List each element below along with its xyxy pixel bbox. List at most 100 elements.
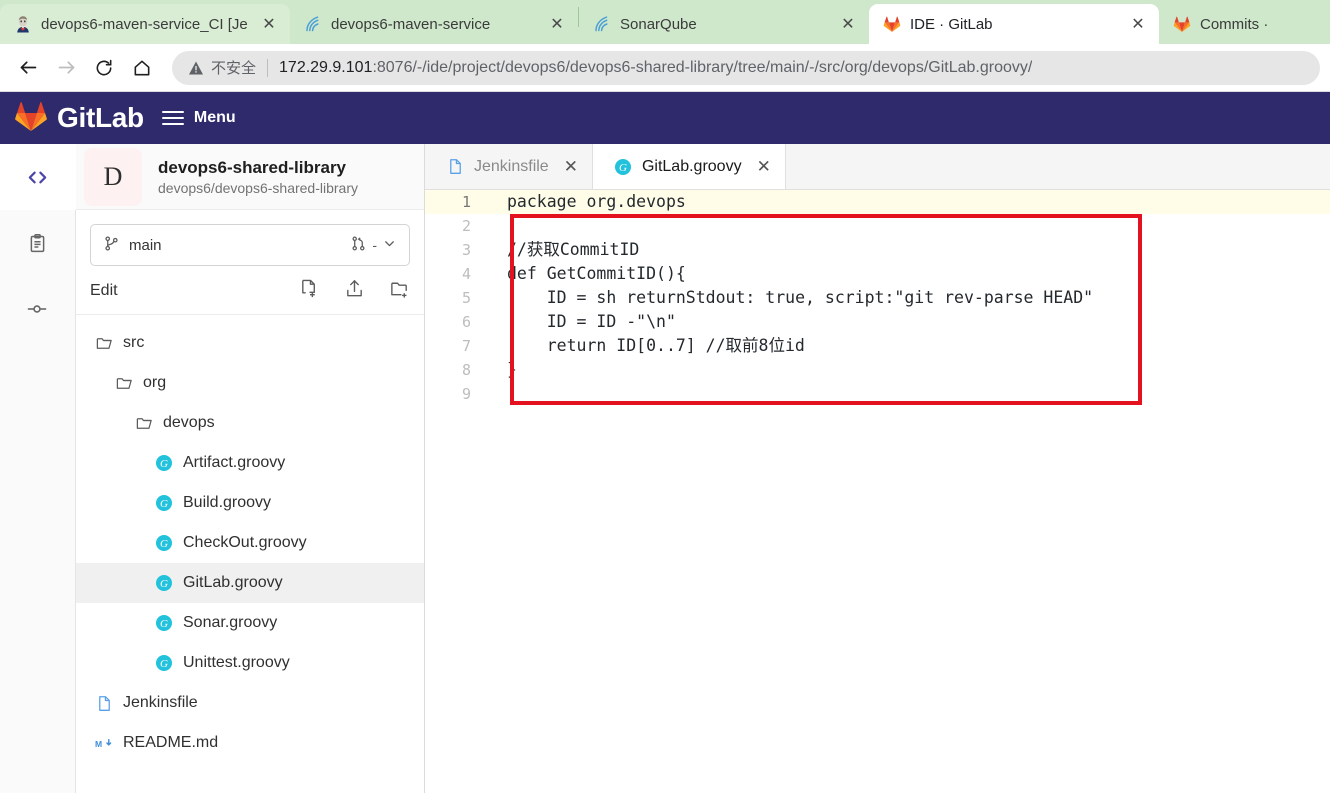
project-avatar: D (84, 147, 142, 206)
omnibox-divider (267, 58, 269, 77)
line-number: 5 (461, 289, 471, 307)
address-bar[interactable]: 不安全 172.29.9.101:8076/-/ide/project/devo… (172, 50, 1320, 85)
code-text: } (507, 360, 517, 379)
code-line[interactable]: 7 return ID[0..7] //取前8位id (425, 334, 1330, 358)
browser-tab-3[interactable]: IDE · GitLab ✕ (869, 4, 1159, 44)
ide-activity-rail (0, 144, 76, 793)
back-arrow-icon[interactable] (10, 50, 46, 86)
code-editor: Jenkinsfile ✕ G GitLab.groovy ✕ 1 package… (425, 144, 1330, 793)
tree-item-gitlab-groovy[interactable]: G GitLab.groovy (76, 563, 424, 603)
groovy-icon: G (154, 453, 174, 473)
tree-item-label: src (123, 334, 145, 351)
close-icon[interactable]: ✕ (837, 13, 859, 35)
code-text: return ID[0..7] //取前8位id (507, 336, 805, 355)
folder-icon (114, 373, 134, 393)
gitlab-favicon (1173, 15, 1191, 33)
close-icon[interactable]: ✕ (258, 13, 280, 35)
rail-item-edit-code[interactable] (0, 144, 76, 210)
editor-tab-jenkinsfile[interactable]: Jenkinsfile ✕ (425, 144, 593, 189)
tree-item-build-groovy[interactable]: G Build.groovy (76, 483, 424, 523)
browser-tab-4[interactable]: Commits · (1159, 4, 1319, 44)
code-line[interactable]: 6 ID = ID -"\n" (425, 310, 1330, 334)
rail-item-review[interactable] (0, 210, 76, 276)
forward-arrow-icon (48, 50, 84, 86)
close-icon[interactable]: ✕ (546, 13, 568, 35)
gitlab-favicon (883, 15, 901, 33)
file-icon (94, 693, 114, 713)
browser-tab-2[interactable]: SonarQube ✕ (579, 4, 869, 44)
gitlab-logo-icon (14, 100, 48, 137)
code-line[interactable]: 9 (425, 382, 1330, 406)
line-number: 8 (461, 361, 471, 379)
groovy-icon: G (613, 157, 633, 177)
sonarqube-favicon (593, 15, 611, 33)
jenkins-favicon (14, 15, 32, 33)
branch-selector[interactable]: main - (90, 224, 410, 266)
file-icon (445, 157, 465, 177)
code-line[interactable]: 8} (425, 358, 1330, 382)
editor-tab-gitlab-groovy[interactable]: G GitLab.groovy ✕ (592, 144, 786, 189)
tree-item-readme-md[interactable]: M README.md (76, 723, 424, 763)
url-host: 172.29.9.101 (279, 58, 373, 76)
branch-right-group: - (350, 235, 397, 255)
ide-body: D devops6-shared-library devops6/devops6… (0, 144, 1330, 793)
tree-item-label: devops (163, 414, 215, 431)
tree-item-sonar-groovy[interactable]: G Sonar.groovy (76, 603, 424, 643)
close-icon[interactable]: ✕ (564, 157, 578, 177)
code-line[interactable]: 1 package org.devops (425, 190, 1330, 214)
chevron-down-icon[interactable] (382, 236, 397, 254)
code-text: //获取CommitID (507, 240, 640, 259)
browser-tab-title: Commits · (1200, 15, 1269, 33)
tree-item-label: GitLab.groovy (183, 574, 283, 591)
browser-toolbar: 不安全 172.29.9.101:8076/-/ide/project/devo… (0, 44, 1330, 92)
tree-item-unittest-groovy[interactable]: G Unittest.groovy (76, 643, 424, 683)
edit-actions-row: Edit (76, 266, 424, 315)
upload-icon[interactable] (344, 278, 365, 304)
tree-item-label: README.md (123, 734, 219, 751)
tree-item-src[interactable]: src (76, 323, 424, 363)
groovy-icon: G (154, 533, 174, 553)
tree-item-label: CheckOut.groovy (183, 534, 307, 551)
tree-item-label: Jenkinsfile (123, 694, 198, 711)
home-icon[interactable] (124, 50, 160, 86)
browser-tab-1[interactable]: devops6-maven-service ✕ (290, 4, 578, 44)
tree-item-artifact-groovy[interactable]: G Artifact.groovy (76, 443, 424, 483)
code-text: ID = ID -"\n" (507, 312, 676, 331)
edit-label: Edit (90, 282, 118, 299)
line-number: 7 (461, 337, 471, 355)
tree-item-devops[interactable]: devops (76, 403, 424, 443)
clipboard-icon (30, 233, 44, 252)
tree-item-checkout-groovy[interactable]: G CheckOut.groovy (76, 523, 424, 563)
code-text: def GetCommitID(){ (507, 264, 686, 283)
svg-text:G: G (160, 658, 168, 670)
svg-text:G: G (619, 162, 627, 174)
svg-text:M: M (95, 739, 102, 749)
code-line[interactable]: 2 (425, 214, 1330, 238)
merge-request-count: - (372, 237, 377, 253)
tree-item-label: Artifact.groovy (183, 454, 286, 471)
line-number: 9 (461, 385, 471, 403)
new-folder-icon[interactable] (389, 278, 410, 304)
new-file-icon[interactable] (299, 278, 320, 304)
tree-item-label: Sonar.groovy (183, 614, 278, 631)
code-viewport[interactable]: 1 package org.devops 2 3 //获取CommitID 4 def Ge… (425, 190, 1330, 793)
gitlab-wordmark: GitLab (57, 102, 144, 133)
close-icon[interactable]: ✕ (1127, 13, 1149, 35)
close-icon[interactable]: ✕ (757, 157, 771, 177)
tree-item-jenkinsfile[interactable]: Jenkinsfile (76, 683, 424, 723)
reload-icon[interactable] (86, 50, 122, 86)
svg-text:G: G (160, 618, 168, 630)
browser-tab-title: IDE · GitLab (910, 15, 993, 33)
browser-tab-0[interactable]: devops6-maven-service_CI [Je ✕ (0, 4, 290, 44)
tree-item-org[interactable]: org (76, 363, 424, 403)
line-number: 1 (461, 193, 471, 211)
code-line[interactable]: 3 //获取CommitID (425, 238, 1330, 262)
main-menu-button[interactable]: Menu (161, 109, 236, 127)
code-line[interactable]: 4 def GetCommitID(){ (425, 262, 1330, 286)
url-text: 172.29.9.101:8076/-/ide/project/devops6/… (279, 59, 1032, 77)
branch-area: main - (76, 210, 424, 266)
gitlab-logo-link[interactable]: GitLab (14, 100, 144, 137)
code-line[interactable]: 5 ID = sh returnStdout: true, script:"gi… (425, 286, 1330, 310)
rail-item-commit[interactable] (0, 276, 76, 342)
groovy-icon: G (154, 573, 174, 593)
